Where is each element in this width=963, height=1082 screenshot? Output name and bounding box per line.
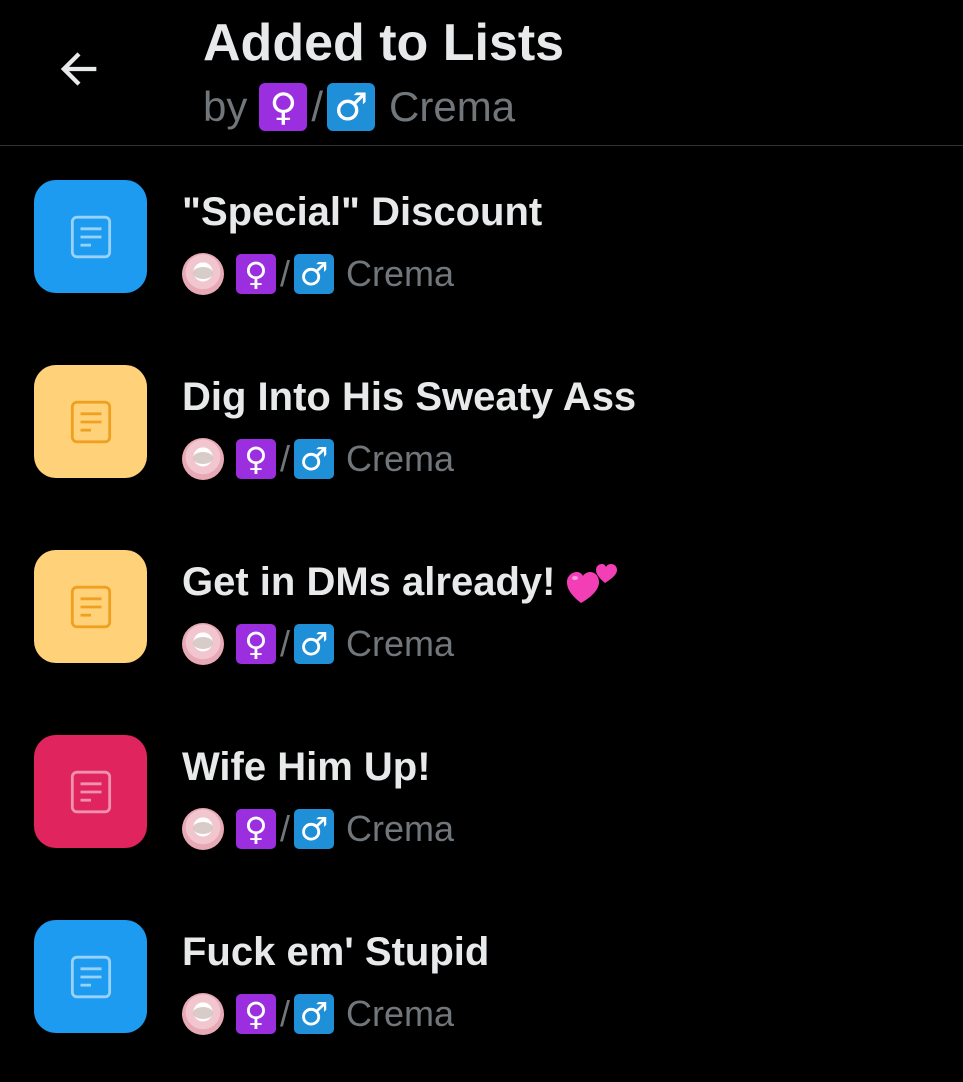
list-item[interactable]: Dig Into His Sweaty Ass ♀ / ♂ Crema [0,331,963,516]
male-sign-icon: ♂ [294,809,335,849]
female-sign-icon: ♀ [236,809,276,849]
owner-name: Crema [346,993,455,1034]
list-name-text: Wife Him Up! [182,745,431,789]
two-hearts-icon [567,564,618,603]
list-item[interactable]: Get in DMs already! ♀ / ♂ Crema [0,516,963,701]
list-name: Fuck em' Stupid [182,928,489,976]
avatar [182,993,224,1035]
list-name-text: Fuck em' Stupid [182,930,490,974]
list-tile [34,735,147,848]
document-icon [70,955,111,998]
list-name-text: Dig Into His Sweaty Ass [182,375,637,419]
separator: / [311,83,324,130]
female-sign-icon: ♀ [236,624,276,664]
list-name-text: Get in DMs already! [182,560,556,604]
list-owner: ♀ / ♂ Crema [182,622,454,666]
avatar [182,438,224,480]
top-bar: Added to Lists by ♀ / ♂ Crema [0,0,963,146]
list-item[interactable]: "Special" Discount ♀ / ♂ Crema [0,146,963,331]
by-label: by [203,83,248,130]
arrow-left-icon [60,52,97,86]
list-name: Get in DMs already! [182,558,619,606]
owner-name: Crema [346,623,455,664]
owner-name: Crema [346,438,455,479]
document-icon [70,400,111,443]
list-name: "Special" Discount [182,188,542,236]
list-tile [34,550,147,663]
male-sign-icon: ♂ [294,254,335,294]
list-owner: ♀ / ♂ Crema [182,437,454,481]
separator: / [280,623,291,664]
female-sign-icon: ♀ [236,994,276,1034]
male-sign-icon: ♂ [327,83,376,131]
list-tile [34,920,147,1033]
avatar [182,253,224,295]
owner-name: Crema [346,808,455,849]
page-subtitle: by ♀ / ♂ Crema [203,82,515,132]
male-sign-icon: ♂ [294,624,335,664]
document-icon [70,215,111,258]
list-tile [34,365,147,478]
list-owner: ♀ / ♂ Crema [182,807,454,851]
male-sign-icon: ♂ [294,994,335,1034]
avatar [182,808,224,850]
document-icon [70,770,111,813]
list-owner: ♀ / ♂ Crema [182,992,454,1036]
list-name: Wife Him Up! [182,743,431,791]
list-item[interactable]: Fuck em' Stupid ♀ / ♂ Crema [0,886,963,1071]
owner-name: Crema [346,253,455,294]
separator: / [280,993,291,1034]
list-name-text: "Special" Discount [182,190,543,234]
separator: / [280,253,291,294]
owner-name[interactable]: Crema [389,82,515,132]
list-name: Dig Into His Sweaty Ass [182,373,636,421]
avatar [182,623,224,665]
page-title: Added to Lists [203,14,565,72]
list-item[interactable]: Wife Him Up! ♀ / ♂ Crema [0,701,963,886]
document-icon [70,585,111,628]
separator: / [280,438,291,479]
male-sign-icon: ♂ [294,439,335,479]
female-sign-icon: ♀ [236,439,276,479]
list-owner: ♀ / ♂ Crema [182,252,454,296]
back-button[interactable] [50,40,108,98]
female-sign-icon: ♀ [236,254,276,294]
list-tile [34,180,147,293]
female-sign-icon: ♀ [259,83,308,131]
separator: / [280,808,291,849]
